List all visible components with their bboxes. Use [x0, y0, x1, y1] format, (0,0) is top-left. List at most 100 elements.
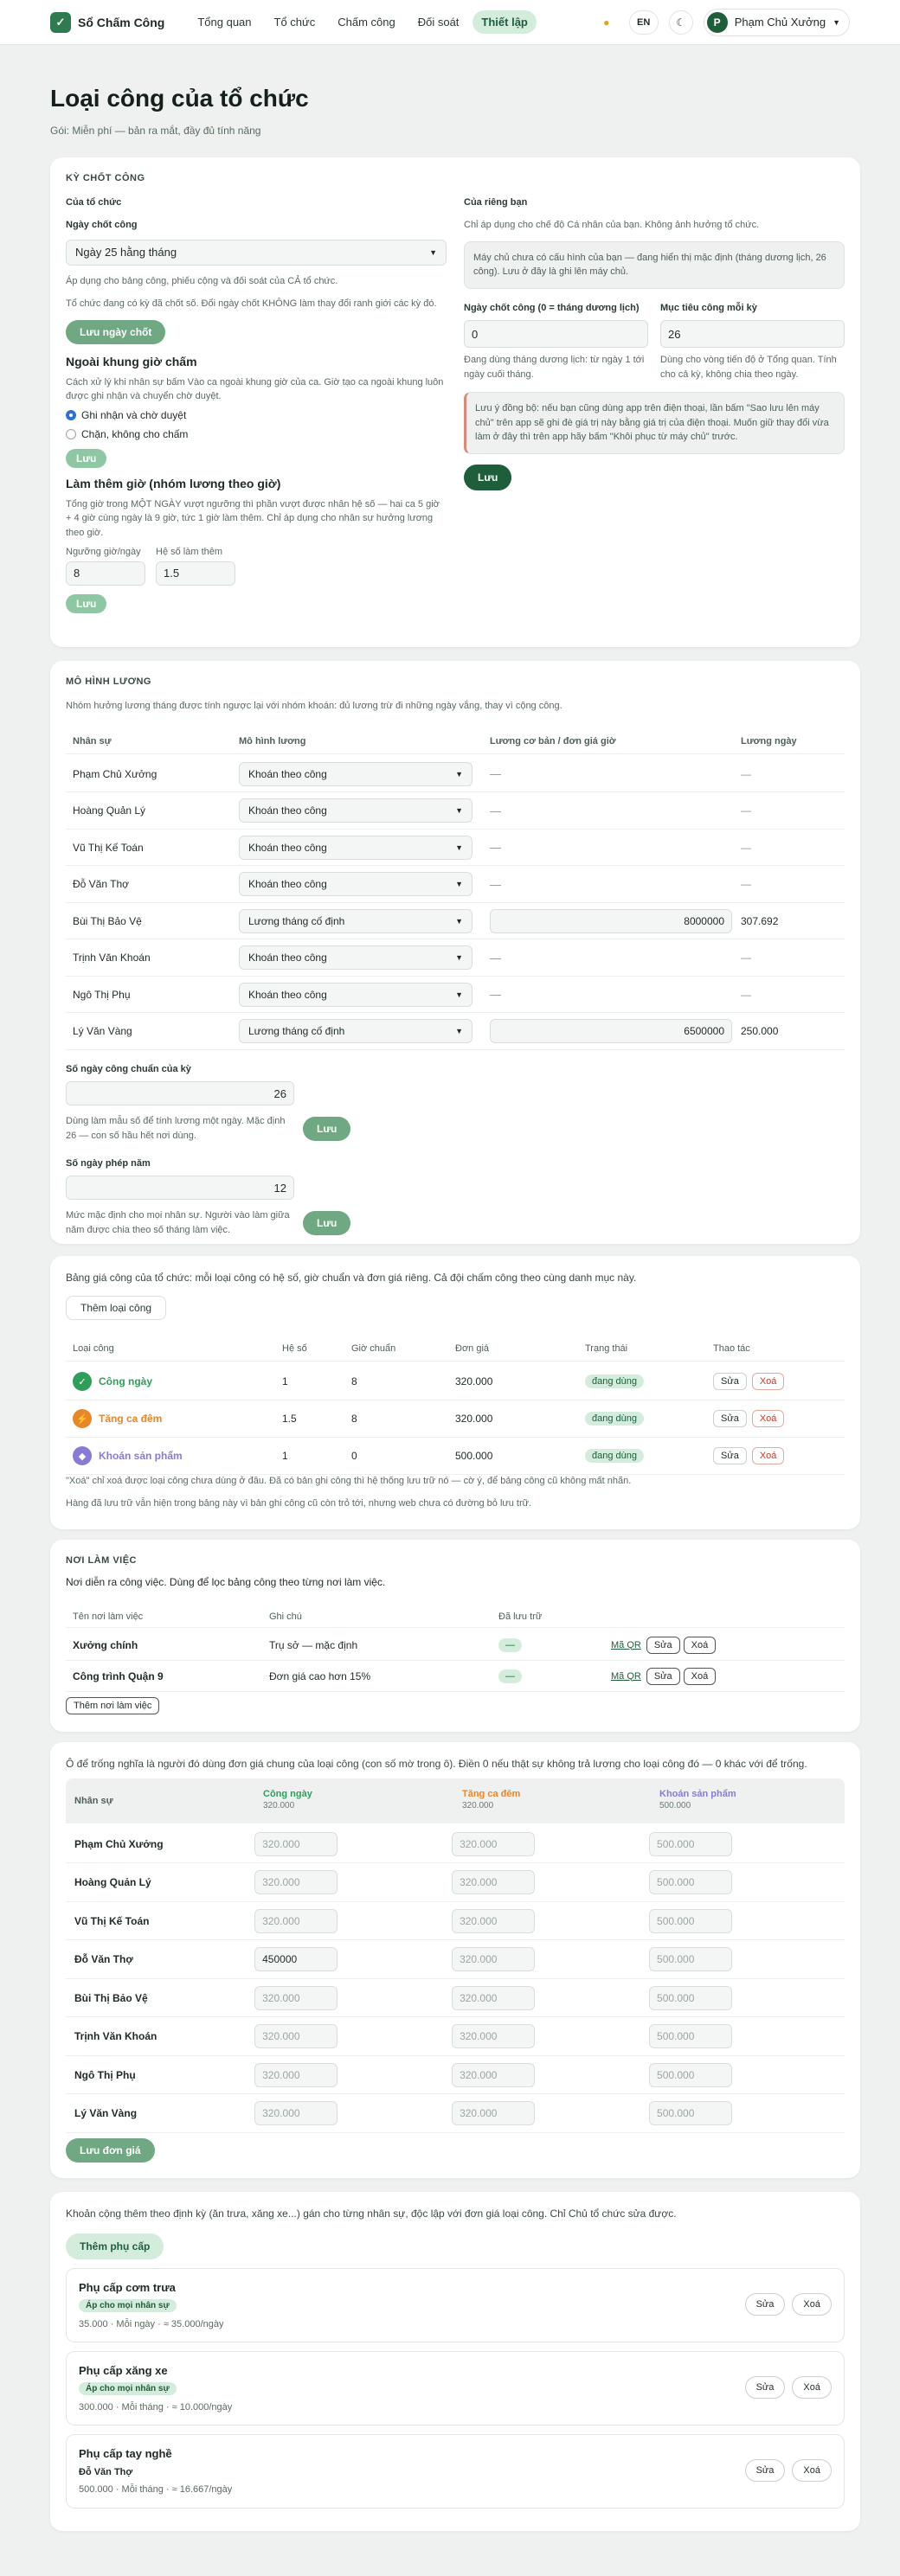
edit-button[interactable]: Sửa: [713, 1447, 747, 1464]
salary-model-select[interactable]: Khoán theo công ▼: [239, 945, 472, 970]
price-cell: 320.000: [452, 2024, 649, 2048]
price-input[interactable]: 320.000: [452, 2101, 536, 2125]
nav-organization[interactable]: Tổ chức: [266, 10, 325, 34]
nav-reconcile[interactable]: Đối soát: [409, 10, 468, 34]
price-input[interactable]: 500.000: [649, 1870, 733, 1894]
price-input[interactable]: 320.000: [452, 1985, 536, 2010]
price-input[interactable]: 500.000: [649, 1947, 733, 1971]
base-salary-input[interactable]: 8000000: [490, 908, 732, 933]
nav-settings[interactable]: Thiết lập: [472, 10, 537, 34]
price-input[interactable]: 500.000: [649, 2024, 733, 2048]
salary-model-select[interactable]: Khoán theo công ▼: [239, 835, 472, 860]
salary-model-select[interactable]: Lương tháng cố định ▼: [239, 1019, 472, 1043]
delete-button[interactable]: Xoá: [751, 1373, 785, 1390]
delete-button[interactable]: Xoá: [683, 1636, 717, 1654]
qr-link[interactable]: Mã QR: [611, 1640, 641, 1650]
personal-day-input[interactable]: 0: [464, 320, 648, 348]
moon-icon[interactable]: ☾: [668, 10, 693, 35]
coef-input[interactable]: 1.5: [156, 561, 235, 586]
save-personal-button[interactable]: Lưu: [464, 464, 512, 490]
salary-model-select[interactable]: Khoán theo công ▼: [239, 761, 472, 786]
employee-name: Vũ Thị Kế Toán: [73, 841, 144, 854]
price-input[interactable]: 320.000: [254, 1985, 338, 2010]
daily-salary-value: —: [741, 841, 751, 854]
save-leave-days-button[interactable]: Lưu: [303, 1210, 351, 1235]
add-allowance-button[interactable]: Thêm phụ cấp: [66, 2233, 164, 2259]
nav-attendance[interactable]: Chấm công: [329, 10, 403, 34]
type-name: Khoán sản phẩm: [99, 1450, 183, 1462]
delete-button[interactable]: Xoá: [792, 2459, 832, 2482]
price-input[interactable]: 320.000: [452, 1947, 536, 1971]
table-row: Công trình Quận 9 Đơn giá cao hơn 15% — Mã …: [66, 1661, 845, 1692]
save-outside-button[interactable]: Lưu: [66, 448, 107, 468]
save-overtime-button[interactable]: Lưu: [66, 593, 107, 613]
prices-card: Ô để trống nghĩa là người đó dùng đơn gi…: [50, 1742, 860, 2178]
qr-link[interactable]: Mã QR: [611, 1671, 641, 1682]
edit-button[interactable]: Sửa: [646, 1667, 680, 1685]
price-input[interactable]: 320.000: [452, 1870, 536, 1894]
table-row: Phạm Chủ Xưởng 320.000 320.000 500.000: [66, 1825, 845, 1863]
allowance-detail: 500.000 · Mỗi tháng · ≈ 16.667/ngày: [79, 2484, 233, 2495]
price-input[interactable]: 320.000: [452, 2062, 536, 2087]
salary-model-select[interactable]: Khoán theo công ▼: [239, 982, 472, 1007]
edit-button[interactable]: Sửa: [744, 2459, 786, 2482]
employee-name: Vũ Thị Kế Toán: [74, 1914, 150, 1927]
price-cell: 320.000: [452, 1870, 649, 1894]
edit-button[interactable]: Sửa: [646, 1636, 680, 1654]
add-place-button[interactable]: Thêm nơi làm việc: [66, 1697, 160, 1714]
bell-icon[interactable]: ●: [595, 10, 619, 35]
price-input[interactable]: 320.000: [254, 2062, 338, 2087]
price-input[interactable]: 320.000: [254, 1831, 338, 1856]
radio-accept[interactable]: Ghi nhận và chờ duyệt: [66, 409, 447, 421]
price-input[interactable]: 320.000: [254, 1908, 338, 1933]
delete-button[interactable]: Xoá: [792, 2293, 832, 2316]
salary-model-value: Khoán theo công: [248, 804, 327, 817]
table-header: Tên nơi làm việc Ghi chú Đã lưu trữ: [66, 1605, 845, 1628]
salary-model-select[interactable]: Lương tháng cố định ▼: [239, 908, 472, 933]
price-input[interactable]: 500.000: [649, 2062, 733, 2087]
cutoff-day-select[interactable]: Ngày 25 hằng tháng ▼: [66, 239, 447, 266]
price-input[interactable]: 320.000: [254, 2024, 338, 2048]
price-input[interactable]: 320.000: [254, 2101, 338, 2125]
price-input[interactable]: 450000: [254, 1947, 338, 1971]
edit-button[interactable]: Sửa: [713, 1373, 747, 1390]
radio-block[interactable]: Chặn, không cho chấm: [66, 428, 447, 440]
price-input[interactable]: 500.000: [649, 1908, 733, 1933]
price-input[interactable]: 320.000: [452, 2024, 536, 2048]
places-card: NƠI LÀM VIỆC Nơi diễn ra công việc. Dùng…: [50, 1540, 860, 1732]
target-input[interactable]: 26: [660, 320, 845, 348]
app-name[interactable]: Sổ Chấm Công: [78, 16, 164, 29]
language-toggle[interactable]: EN: [628, 10, 659, 35]
edit-button[interactable]: Sửa: [713, 1410, 747, 1427]
edit-button[interactable]: Sửa: [744, 2293, 786, 2316]
delete-button[interactable]: Xoá: [792, 2376, 832, 2399]
save-cutoff-button[interactable]: Lưu ngày chốt: [66, 319, 166, 344]
threshold-input[interactable]: 8: [66, 561, 145, 586]
add-type-button[interactable]: Thêm loại công: [66, 1296, 167, 1320]
edit-button[interactable]: Sửa: [744, 2376, 786, 2399]
employee-name: Bùi Thị Bảo Vệ: [74, 1991, 148, 2004]
type-price: 500.000: [455, 1450, 493, 1462]
save-std-days-button[interactable]: Lưu: [303, 1116, 351, 1141]
base-salary-input[interactable]: 6500000: [490, 1019, 732, 1043]
price-input[interactable]: 320.000: [452, 1908, 536, 1933]
price-input[interactable]: 320.000: [452, 1831, 536, 1856]
delete-button[interactable]: Xoá: [751, 1447, 785, 1464]
scope-badge: Áp cho mọi nhân sự: [79, 2382, 177, 2395]
nav-overview[interactable]: Tổng quan: [189, 10, 260, 34]
std-days-input[interactable]: 26: [66, 1081, 294, 1105]
price-input[interactable]: 500.000: [649, 1831, 733, 1856]
delete-button[interactable]: Xoá: [683, 1667, 717, 1685]
user-menu[interactable]: P Phạm Chủ Xưởng ▼: [703, 8, 850, 36]
price-input[interactable]: 320.000: [254, 1870, 338, 1894]
leave-days-input[interactable]: 12: [66, 1176, 294, 1200]
price-input[interactable]: 500.000: [649, 2101, 733, 2125]
app-logo-icon[interactable]: ✓: [50, 11, 71, 33]
price-input[interactable]: 500.000: [649, 1985, 733, 2010]
salary-model-select[interactable]: Khoán theo công ▼: [239, 798, 472, 823]
type-coef: 1: [282, 1450, 288, 1462]
delete-button[interactable]: Xoá: [751, 1410, 785, 1427]
chevron-down-icon: ▼: [455, 1027, 463, 1035]
save-prices-button[interactable]: Lưu đơn giá: [66, 2138, 155, 2163]
salary-model-select[interactable]: Khoán theo công ▼: [239, 872, 472, 896]
